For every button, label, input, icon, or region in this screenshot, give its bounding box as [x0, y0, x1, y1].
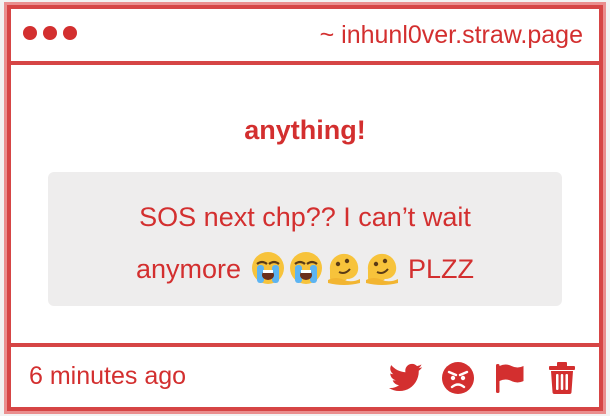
- melting-face-icon: [365, 253, 398, 285]
- window-controls: [23, 26, 77, 40]
- flag-icon: [496, 364, 524, 393]
- window-dot: [23, 26, 37, 40]
- message-suffix: PLZZ: [408, 254, 475, 284]
- message-line-1: SOS next chp?? I can’t wait: [139, 202, 471, 232]
- comment-card: ~ inhunl0ver.straw.page anything! SOS ne…: [7, 5, 603, 411]
- message-line-2: anymore PLZZ: [48, 243, 562, 295]
- delete-button[interactable]: [543, 360, 581, 396]
- melting-face-icon: [327, 253, 360, 285]
- post-content: anything! SOS next chp?? I can’t wait an…: [11, 65, 599, 347]
- window-dot: [43, 26, 57, 40]
- window-titlebar: ~ inhunl0ver.straw.page: [11, 9, 599, 65]
- card-footer: 6 minutes ago: [11, 343, 599, 407]
- site-url[interactable]: ~ inhunl0ver.straw.page: [320, 20, 583, 50]
- post-timestamp: 6 minutes ago: [29, 362, 187, 390]
- post-heading: anything!: [244, 115, 366, 145]
- loudly-crying-face-icon: [289, 252, 322, 284]
- loudly-crying-face-icon: [251, 252, 284, 284]
- action-bar: [387, 360, 581, 396]
- window-dot: [63, 26, 77, 40]
- report-button[interactable]: [491, 360, 529, 396]
- message-box: SOS next chp?? I can’t wait anymore PLZZ: [48, 172, 562, 306]
- twitter-icon: [389, 363, 423, 392]
- angry-face-icon: [442, 362, 474, 394]
- message-text: anymore: [135, 254, 241, 284]
- share-twitter-button[interactable]: [387, 360, 425, 396]
- react-angry-button[interactable]: [439, 360, 477, 396]
- trash-icon: [549, 362, 575, 394]
